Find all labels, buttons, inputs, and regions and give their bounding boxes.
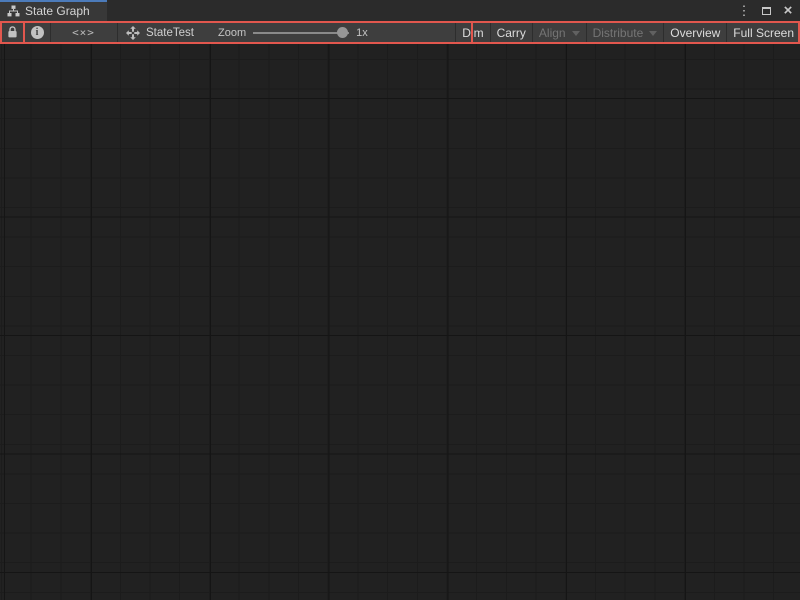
lock-icon	[7, 26, 18, 39]
state-graph-canvas[interactable]	[0, 44, 800, 600]
tab-title: State Graph	[25, 4, 90, 18]
maximize-icon[interactable]	[758, 3, 774, 19]
overview-button[interactable]: Overview	[663, 21, 726, 44]
distribute-button-label: Distribute	[592, 25, 644, 40]
distribute-dropdown-button[interactable]: Distribute	[585, 21, 664, 44]
tab-state-graph[interactable]: State Graph	[0, 0, 107, 21]
chevron-down-icon	[571, 30, 580, 36]
align-button-label: Align	[538, 25, 566, 40]
chevron-down-icon	[649, 30, 658, 36]
window-controls: ⋮ ×	[736, 0, 796, 21]
dim-button[interactable]: Dim	[455, 21, 489, 44]
info-icon: i	[30, 26, 44, 39]
full-screen-button[interactable]: Full Screen	[726, 21, 800, 44]
move-icon	[126, 25, 140, 40]
code-binding-button[interactable]: <×>	[50, 21, 117, 44]
close-icon[interactable]: ×	[780, 3, 796, 19]
tab-bar: State Graph ⋮ ×	[0, 0, 800, 21]
zoom-slider[interactable]	[253, 21, 350, 44]
active-state-name: StateTest	[146, 26, 194, 39]
lock-button[interactable]	[0, 21, 24, 44]
zoom-slider-track	[253, 32, 350, 34]
zoom-slider-handle[interactable]	[337, 27, 349, 38]
info-button[interactable]: i	[24, 21, 50, 44]
overview-button-label: Overview	[670, 25, 721, 40]
carry-button[interactable]: Carry	[489, 21, 532, 44]
zoom-value: 1x	[356, 26, 368, 39]
align-dropdown-button[interactable]: Align	[531, 21, 586, 44]
toolbar-button-group: Dim Carry Align Distribute Overview Full…	[455, 21, 800, 44]
carry-button-label: Carry	[496, 25, 526, 40]
graph-hierarchy-icon	[7, 5, 20, 17]
full-screen-button-label: Full Screen	[733, 25, 794, 40]
zoom-label: Zoom	[218, 26, 247, 39]
code-icon: <×>	[72, 26, 95, 39]
pane-menu-icon[interactable]: ⋮	[736, 3, 752, 19]
active-state-selector[interactable]: StateTest	[126, 21, 194, 44]
toolbar-separator	[117, 21, 118, 44]
graph-toolbar: i <×> StateTest Zoom 1x Dim Carry Align	[0, 21, 800, 44]
dim-button-label: Dim	[462, 25, 484, 40]
zoom-control: Zoom 1x	[218, 21, 368, 44]
